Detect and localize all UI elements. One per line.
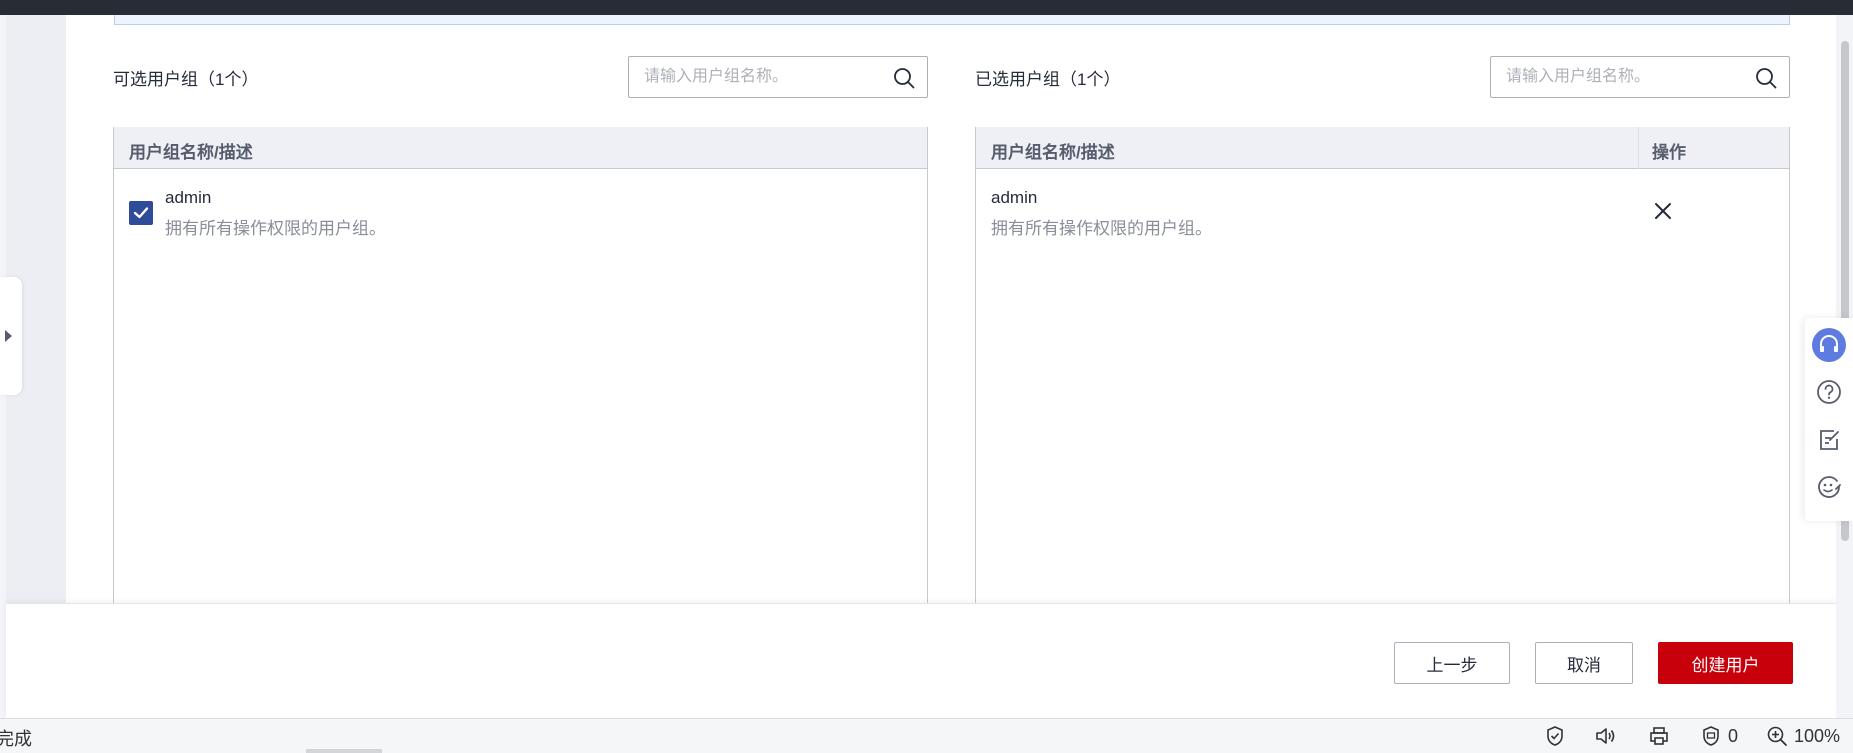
caret-right-icon: [4, 330, 12, 342]
ad-block-button[interactable]: 0: [1700, 725, 1738, 747]
main-content: 可选用户组（1个） 用户组名称/描述 admin 拥有所有操作权限的用户组。 已…: [66, 15, 1836, 605]
feedback-button[interactable]: [1811, 469, 1847, 505]
create-user-button[interactable]: 创建用户: [1658, 642, 1793, 684]
available-groups-table: 用户组名称/描述 admin 拥有所有操作权限的用户组。: [113, 127, 928, 605]
zoom-in-icon: [1767, 726, 1787, 746]
check-icon: [133, 207, 149, 219]
speaker-icon: [1596, 728, 1615, 744]
group-name: admin: [165, 188, 212, 207]
cancel-button[interactable]: 取消: [1535, 642, 1633, 684]
floating-toolbar: [1805, 318, 1853, 521]
security-check-button[interactable]: [1544, 725, 1566, 747]
search-icon[interactable]: [1755, 67, 1777, 89]
browser-top-bar: [0, 0, 1853, 15]
footer-action-bar: 上一步 取消 创建用户: [6, 603, 1836, 718]
row-checkbox[interactable]: [129, 201, 153, 225]
print-button[interactable]: [1648, 725, 1670, 747]
feedback-face-icon: [1818, 476, 1841, 498]
help-icon: [1817, 380, 1841, 404]
headset-icon: [1812, 328, 1846, 362]
status-tab-indicator: [306, 749, 382, 753]
browser-status-bar: 完成 0 100%: [0, 718, 1853, 753]
selected-groups-table: 用户组名称/描述 操作 admin 拥有所有操作权限的用户组。: [975, 127, 1790, 605]
available-groups-title: 可选用户组（1个）: [113, 70, 259, 89]
group-description: 拥有所有操作权限的用户组。: [165, 219, 386, 238]
remove-close-icon[interactable]: [1651, 199, 1675, 223]
edit-note-icon: [1820, 430, 1839, 450]
help-button[interactable]: [1811, 374, 1847, 410]
sidebar-expand-handle[interactable]: [0, 277, 22, 395]
column-divider: [1638, 127, 1639, 169]
column-header-name: 用户组名称/描述: [129, 143, 253, 162]
info-banner-edge: [114, 15, 1790, 25]
column-header-name: 用户组名称/描述: [991, 143, 1115, 162]
table-row: admin 拥有所有操作权限的用户组。: [976, 169, 1789, 259]
zoom-level: 100%: [1794, 725, 1841, 746]
selected-groups-title: 已选用户组（1个）: [975, 70, 1121, 89]
sound-button[interactable]: [1594, 725, 1616, 747]
column-header-action: 操作: [1652, 143, 1686, 162]
previous-step-button[interactable]: 上一步: [1394, 642, 1510, 684]
group-name: admin: [991, 188, 1038, 207]
available-groups-search-input[interactable]: [629, 57, 884, 97]
printer-icon: [1650, 727, 1668, 745]
notes-button[interactable]: [1811, 422, 1847, 458]
table-row[interactable]: admin 拥有所有操作权限的用户组。: [114, 169, 927, 259]
table-header: 用户组名称/描述 操作: [976, 127, 1789, 169]
available-groups-search[interactable]: [628, 56, 928, 98]
ad-shield-icon: [1703, 726, 1719, 746]
ad-block-count: 0: [1728, 725, 1739, 746]
table-header: 用户组名称/描述: [114, 127, 927, 169]
shield-check-icon: [1547, 726, 1563, 746]
selected-groups-search[interactable]: [1490, 56, 1790, 98]
customer-service-button[interactable]: [1811, 327, 1847, 363]
group-description: 拥有所有操作权限的用户组。: [991, 219, 1212, 238]
zoom-control[interactable]: 100%: [1766, 725, 1840, 747]
search-icon[interactable]: [893, 67, 915, 89]
selected-groups-search-input[interactable]: [1491, 57, 1746, 97]
status-text: 完成: [0, 729, 32, 749]
